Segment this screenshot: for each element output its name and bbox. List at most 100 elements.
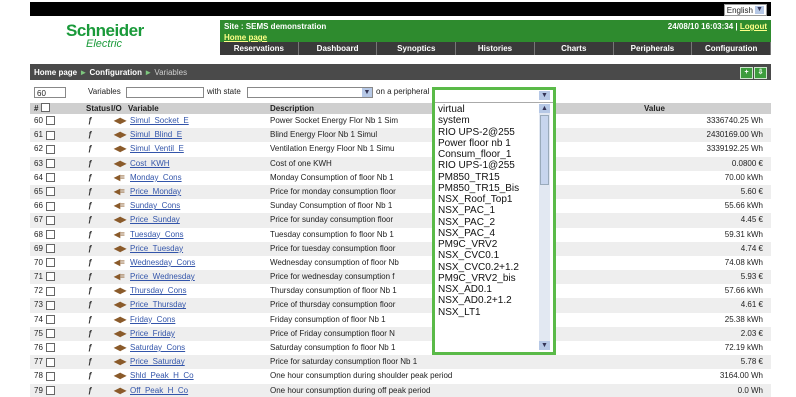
peripheral-option[interactable]: Consum_floor_1 <box>435 149 539 160</box>
peripheral-option[interactable]: PM850_TR15 <box>435 172 539 183</box>
peripheral-option[interactable]: PM9C_VRV2 <box>435 239 539 250</box>
row-checkbox[interactable] <box>46 258 55 268</box>
variable-link[interactable]: Thursday_Cons <box>130 284 186 298</box>
table-row[interactable]: 68 ƒ ◀= Tuesday_Cons Tuesday consumption fo … <box>30 228 771 242</box>
row-checkbox[interactable] <box>46 371 55 381</box>
peripheral-option[interactable]: PM9C_VRV2_bis <box>435 273 539 284</box>
peripheral-option[interactable]: NSX_PAC_4 <box>435 228 539 239</box>
variable-link[interactable]: Simul_Blind_E <box>130 128 182 142</box>
table-row[interactable]: 79 ƒ ◀▶ Off_Peak_H_Co One hour consumption d… <box>30 383 771 397</box>
peripheral-option[interactable]: virtual <box>435 104 539 115</box>
row-checkbox[interactable] <box>46 130 55 140</box>
peripheral-option[interactable]: NSX_Roof_Top1 <box>435 194 539 205</box>
state-select[interactable]: ▼ <box>247 87 373 98</box>
row-checkbox[interactable] <box>46 229 55 239</box>
peripheral-option[interactable]: RIO UPS-2@255 <box>435 127 539 138</box>
table-row[interactable]: 71 ƒ ◀= Price_Wednesday Price for wednesday … <box>30 270 771 285</box>
nav-item-1[interactable]: Dashboard <box>299 42 378 55</box>
table-row[interactable]: 73 ƒ ◀▶ Price_Thursday Price of thursday con… <box>30 298 771 313</box>
variable-link[interactable]: Price_Thursday <box>130 298 186 312</box>
variable-filter-input[interactable] <box>126 87 204 98</box>
table-row[interactable]: 76 ƒ ◀▶ Saturday_Cons Saturday consumption f… <box>30 341 771 355</box>
col-variable[interactable]: Variable <box>128 104 159 113</box>
peripheral-option[interactable]: NSX_AD0.1 <box>435 284 539 295</box>
table-row[interactable]: 67 ƒ ◀▶ Price_Sunday Price for sunday consum… <box>30 213 771 228</box>
table-row[interactable]: 62 ƒ ◀▶ Simul_Ventil_E Ventilation Energy Fl… <box>30 142 771 156</box>
row-checkbox[interactable] <box>46 144 55 154</box>
peripheral-option[interactable]: Power floor nb 1 <box>435 138 539 149</box>
nav-item-2[interactable]: Synoptics <box>377 42 457 55</box>
peripheral-option[interactable]: NSX_CVC0.1 <box>435 250 539 261</box>
row-checkbox[interactable] <box>46 315 55 325</box>
variable-link[interactable]: Price_Friday <box>130 327 175 341</box>
variable-link[interactable]: Simul_Ventil_E <box>130 142 184 156</box>
peripheral-option[interactable]: NSX_PAC_1 <box>435 205 539 216</box>
peripheral-option[interactable]: NSX_LT1 <box>435 307 539 318</box>
select-all-checkbox[interactable] <box>41 103 50 113</box>
table-row[interactable]: 74 ƒ ◀▶ Friday_Cons Friday consumption of fl… <box>30 313 771 327</box>
table-row[interactable]: 69 ƒ ◀▶ Price_Tuesday Price for tuesday cons… <box>30 241 771 256</box>
peripheral-option[interactable]: NSX_CVC0.2+1.2 <box>435 262 539 273</box>
table-row[interactable]: 61 ƒ ◀▶ Simul_Blind_E Blind Energy Floor Nb … <box>30 128 771 143</box>
nav-item-4[interactable]: Charts <box>535 42 614 55</box>
row-checkbox[interactable] <box>46 116 55 126</box>
peripheral-option[interactable]: NSX_PAC_2 <box>435 217 539 228</box>
table-row[interactable]: 75 ƒ ◀▶ Price_Friday Price of Friday consump… <box>30 326 771 341</box>
logout-link[interactable]: Logout <box>740 22 767 31</box>
row-checkbox[interactable] <box>46 286 55 296</box>
variable-link[interactable]: Price_Tuesday <box>130 242 183 256</box>
peripheral-option[interactable]: PM850_TR15_Bis <box>435 183 539 194</box>
row-checkbox[interactable] <box>46 201 55 211</box>
variable-link[interactable]: Price_Sunday <box>130 213 180 227</box>
scroll-up-icon[interactable]: ▲ <box>539 104 550 113</box>
variable-link[interactable]: Wednesday_Cons <box>130 256 195 270</box>
row-checkbox[interactable] <box>46 173 55 183</box>
breadcrumb-home[interactable]: Home page <box>34 68 77 77</box>
nav-item-6[interactable]: Configuration <box>692 42 771 55</box>
row-checkbox[interactable] <box>46 357 55 367</box>
row-checkbox[interactable] <box>46 343 55 353</box>
row-checkbox[interactable] <box>46 187 55 197</box>
table-row[interactable]: 60 ƒ ◀▶ Simul_Socket_E Power Socket Energy F… <box>30 114 771 128</box>
variable-link[interactable]: Shld_Peak_H_Co <box>130 369 194 383</box>
row-checkbox[interactable] <box>46 385 55 395</box>
table-row[interactable]: 77 ƒ ◀▶ Price_Saturday Price for saturday co… <box>30 355 771 370</box>
nav-item-0[interactable]: Reservations <box>220 42 299 55</box>
variable-link[interactable]: Price_Monday <box>130 185 181 199</box>
table-row[interactable]: 66 ƒ ◀= Sunday_Cons Sunday Consumption of fl… <box>30 199 771 213</box>
nav-item-3[interactable]: Histories <box>456 42 535 55</box>
peripheral-select[interactable]: ▼ <box>435 90 553 103</box>
variable-link[interactable]: Tuesday_Cons <box>130 228 184 242</box>
table-row[interactable]: 64 ƒ ◀= Monday_Cons Monday Consumption of fl… <box>30 171 771 185</box>
variable-link[interactable]: Saturday_Cons <box>130 341 185 355</box>
variable-link[interactable]: Sunday_Cons <box>130 199 180 213</box>
peripheral-option[interactable]: RIO UPS-1@255 <box>435 160 539 171</box>
variable-link[interactable]: Price_Saturday <box>130 355 185 369</box>
variable-link[interactable]: Off_Peak_H_Co <box>130 384 188 397</box>
variable-link[interactable]: Friday_Cons <box>130 313 175 327</box>
peripheral-option[interactable]: system <box>435 115 539 126</box>
add-icon[interactable]: + <box>740 67 753 79</box>
row-checkbox[interactable] <box>46 158 55 168</box>
variable-link[interactable]: Monday_Cons <box>130 171 182 185</box>
scroll-down-icon[interactable]: ▼ <box>539 341 550 350</box>
export-icon[interactable]: ⇩ <box>754 67 767 79</box>
dropdown-scrollbar[interactable]: ▲ ▼ <box>539 104 550 350</box>
variable-link[interactable]: Price_Wednesday <box>130 270 195 284</box>
row-checkbox[interactable] <box>46 215 55 225</box>
scroll-thumb[interactable] <box>540 115 549 185</box>
breadcrumb-config[interactable]: Configuration <box>90 68 142 77</box>
table-row[interactable]: 78 ƒ ◀▶ Shld_Peak_H_Co One hour consumption … <box>30 369 771 383</box>
row-checkbox[interactable] <box>46 300 55 310</box>
count-input[interactable]: 60 <box>34 87 66 98</box>
variable-link[interactable]: Cost_KWH <box>130 157 170 171</box>
col-description[interactable]: Description <box>270 104 314 113</box>
table-row[interactable]: 70 ƒ ◀= Wednesday_Cons Wednesday consumption… <box>30 256 771 270</box>
row-checkbox[interactable] <box>46 244 55 254</box>
home-page-link[interactable]: Home page <box>224 33 267 42</box>
row-checkbox[interactable] <box>46 329 55 339</box>
row-checkbox[interactable] <box>46 272 55 282</box>
table-row[interactable]: 63 ƒ ◀▶ Cost_KWH Cost of one KWH 0.0800 € <box>30 156 771 171</box>
nav-item-5[interactable]: Peripherals <box>614 42 693 55</box>
peripheral-dropdown[interactable]: ▼ virtual system RIO UPS-2@255 Power floor … <box>432 87 556 355</box>
